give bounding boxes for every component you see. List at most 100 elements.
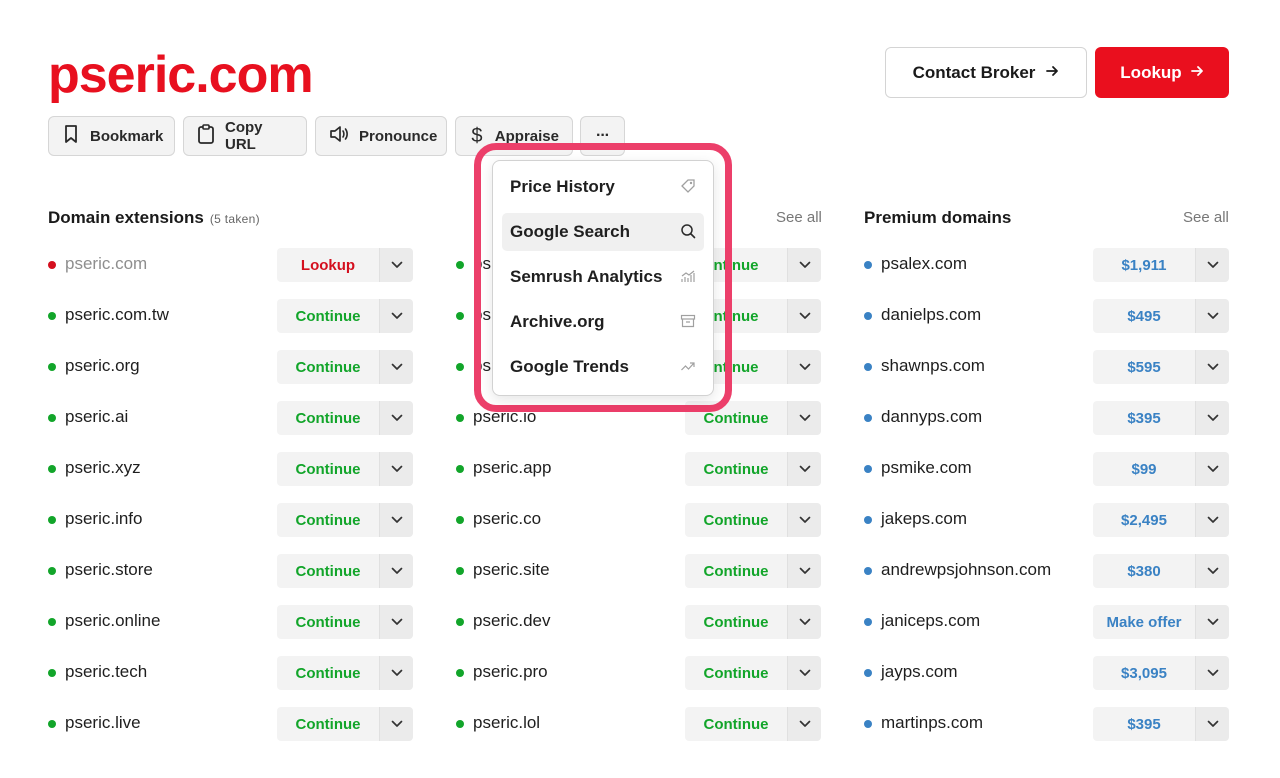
continue-button[interactable]: Continue [685,605,787,639]
lookup-button[interactable]: Lookup [1095,47,1229,98]
chevron-down-icon[interactable] [379,401,413,435]
chevron-down-icon[interactable] [1195,248,1229,282]
continue-button[interactable]: Continue [277,503,379,537]
price-button[interactable]: $380 [1093,554,1195,588]
chevron-down-icon[interactable] [379,656,413,690]
bookmark-button[interactable]: Bookmark [48,116,175,156]
chevron-down-icon[interactable] [787,656,821,690]
domain-name[interactable]: pseric.lol [473,713,540,733]
chevron-down-icon[interactable] [787,248,821,282]
domain-name[interactable]: jayps.com [881,662,958,682]
chevron-down-icon[interactable] [379,452,413,486]
contact-broker-button[interactable]: Contact Broker [885,47,1087,98]
price-button[interactable]: $395 [1093,707,1195,741]
domain-name[interactable]: psalex.com [881,254,967,274]
domain-name[interactable]: pseric.com [65,254,147,274]
menu-item-price-history[interactable]: Price History [502,168,704,206]
chevron-down-icon[interactable] [1195,350,1229,384]
chevron-down-icon[interactable] [379,554,413,588]
domain-name[interactable]: pseric.org [65,356,140,376]
domain-name[interactable]: pseric.app [473,458,551,478]
domain-name[interactable]: martinps.com [881,713,983,733]
continue-button[interactable]: Continue [685,656,787,690]
price-button[interactable]: $2,495 [1093,503,1195,537]
chevron-down-icon[interactable] [787,707,821,741]
domain-name[interactable]: pseric.tech [65,662,147,682]
chevron-down-icon[interactable] [379,503,413,537]
pronounce-button[interactable]: Pronounce [315,116,447,156]
available-status-dot [48,720,56,728]
price-button[interactable]: $595 [1093,350,1195,384]
continue-button[interactable]: Continue [277,605,379,639]
chevron-down-icon[interactable] [1195,503,1229,537]
continue-button[interactable]: Continue [685,707,787,741]
see-all-premium-link[interactable]: See all [1183,209,1229,226]
domain-name[interactable]: pseric.live [65,713,141,733]
continue-button[interactable]: Continue [277,452,379,486]
domain-name[interactable]: danielps.com [881,305,981,325]
domain-name[interactable]: pseric.co [473,509,541,529]
menu-item-semrush-analytics[interactable]: Semrush Analytics [502,258,704,296]
continue-button[interactable]: Continue [685,503,787,537]
domain-name[interactable]: pseric.pro [473,662,548,682]
domain-name[interactable]: pseric.dev [473,611,550,631]
domain-name[interactable]: pseric.online [65,611,160,631]
chevron-down-icon[interactable] [1195,605,1229,639]
price-button[interactable]: $395 [1093,401,1195,435]
continue-button[interactable]: Continue [685,554,787,588]
domain-name[interactable]: pseric.xyz [65,458,141,478]
domain-name[interactable]: pseric.site [473,560,550,580]
chevron-down-icon[interactable] [787,503,821,537]
domain-name[interactable]: pseric.com.tw [65,305,169,325]
continue-button[interactable]: Continue [277,707,379,741]
premium-heading: Premium domains [864,208,1012,227]
chevron-down-icon[interactable] [379,299,413,333]
continue-button[interactable]: Continue [277,350,379,384]
price-button[interactable]: $99 [1093,452,1195,486]
continue-button[interactable]: Continue [277,299,379,333]
domain-name[interactable]: pseric.info [65,509,142,529]
chevron-down-icon[interactable] [787,401,821,435]
chevron-down-icon[interactable] [379,605,413,639]
taken-status-dot [48,261,56,269]
see-all-extensions-link[interactable]: See all [776,209,822,226]
make-offer-button[interactable]: Make offer [1093,605,1195,639]
chevron-down-icon[interactable] [1195,452,1229,486]
continue-button[interactable]: Continue [277,554,379,588]
chevron-down-icon[interactable] [379,707,413,741]
continue-button[interactable]: Continue [277,656,379,690]
chevron-down-icon[interactable] [787,605,821,639]
domain-name[interactable]: andrewpsjohnson.com [881,560,1051,580]
chevron-down-icon[interactable] [379,350,413,384]
domain-name[interactable]: shawnps.com [881,356,985,376]
chevron-down-icon[interactable] [1195,299,1229,333]
extension-row: pseric.online Continue [48,605,413,639]
chevron-down-icon[interactable] [787,350,821,384]
chevron-down-icon[interactable] [787,299,821,333]
continue-button[interactable]: Continue [685,452,787,486]
continue-button[interactable]: Continue [277,401,379,435]
price-button[interactable]: $3,095 [1093,656,1195,690]
price-button[interactable]: $495 [1093,299,1195,333]
chevron-down-icon[interactable] [1195,707,1229,741]
chevron-down-icon[interactable] [787,554,821,588]
premium-status-dot [864,516,872,524]
domain-name[interactable]: dannyps.com [881,407,982,427]
domain-name[interactable]: janiceps.com [881,611,980,631]
domain-name[interactable]: pseric.store [65,560,153,580]
copy-url-button[interactable]: Copy URL [183,116,307,156]
lookup-domain-button[interactable]: Lookup [277,248,379,282]
chevron-down-icon[interactable] [379,248,413,282]
domain-name[interactable]: jakeps.com [881,509,967,529]
chevron-down-icon[interactable] [1195,554,1229,588]
extension-row: pseric.lol Continue [456,707,821,741]
chevron-down-icon[interactable] [1195,401,1229,435]
domain-name[interactable]: pseric.ai [65,407,128,427]
chevron-down-icon[interactable] [787,452,821,486]
chevron-down-icon[interactable] [1195,656,1229,690]
menu-item-google-search[interactable]: Google Search [502,213,704,251]
menu-item-archive-org[interactable]: Archive.org [502,303,704,341]
domain-name[interactable]: psmike.com [881,458,972,478]
price-button[interactable]: $1,911 [1093,248,1195,282]
menu-item-google-trends[interactable]: Google Trends [502,348,704,386]
